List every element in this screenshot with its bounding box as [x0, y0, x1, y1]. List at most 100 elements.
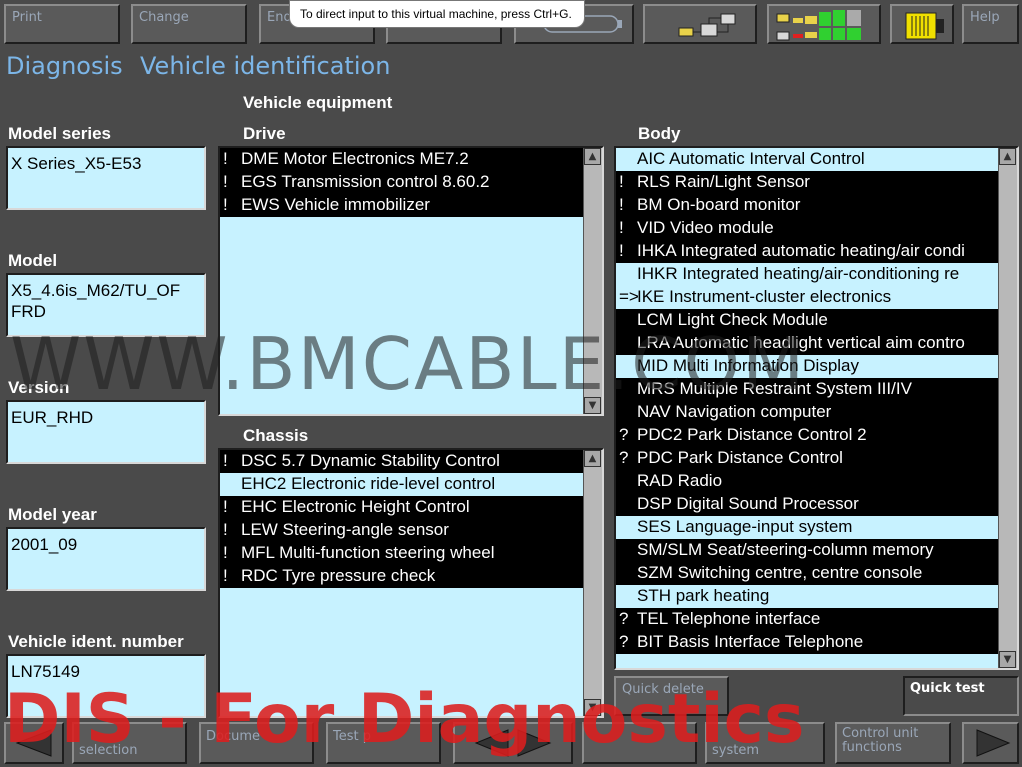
scroll-down-arrow[interactable]: ▼ — [999, 651, 1016, 668]
vin-label: Vehicle ident. number — [8, 632, 184, 651]
list-item-flag — [616, 470, 636, 493]
list-item-label: LEW Steering-angle sensor — [240, 519, 584, 542]
list-item-flag — [616, 585, 636, 608]
scroll-up-arrow[interactable]: ▲ — [584, 450, 601, 467]
signal-status-button[interactable] — [767, 4, 881, 44]
list-item-label: IHKA Integrated automatic heating/air co… — [636, 240, 999, 263]
list-item[interactable]: ! IHKA Integrated automatic heating/air c… — [616, 240, 999, 263]
list-item-flag — [616, 539, 636, 562]
body-scrollbar[interactable]: ▲ ▼ — [998, 148, 1017, 668]
control-unit-functions-button[interactable]: Control unit functions — [835, 722, 951, 764]
list-item[interactable]: ! EHC Electronic Height Control — [220, 496, 584, 519]
list-item-flag: ? — [616, 631, 636, 654]
quick-test-button[interactable]: Quick test — [903, 676, 1019, 716]
list-item[interactable]: ? BIT Basis Interface Telephone — [616, 631, 999, 654]
list-item[interactable]: SM/SLM Seat/steering-column memory — [616, 539, 999, 562]
drive-heading: Drive — [243, 124, 286, 143]
print-button[interactable]: Print — [4, 4, 120, 44]
list-item[interactable]: ! LEW Steering-angle sensor — [220, 519, 584, 542]
list-item[interactable]: IHKR Integrated heating/air-conditioning… — [616, 263, 999, 286]
list-item-label: TEL Telephone interface — [636, 608, 999, 631]
list-item-label: DME Motor Electronics ME7.2 — [240, 148, 584, 171]
quick-test-label: Quick test — [910, 681, 985, 696]
list-item-label: DSP Digital Sound Processor — [636, 493, 999, 516]
list-item[interactable]: STH park heating — [616, 585, 999, 608]
list-item-flag — [616, 148, 636, 171]
list-item[interactable]: ! BM On-board monitor — [616, 194, 999, 217]
list-item-label: EHC2 Electronic ride-level control — [241, 474, 496, 493]
list-item-flag: ! — [616, 194, 636, 217]
list-item-flag: ! — [220, 450, 240, 473]
list-item-flag: ? — [616, 447, 636, 470]
list-item-flag: ! — [220, 565, 240, 588]
list-item[interactable]: => IKE Instrument-cluster electronics — [616, 286, 999, 309]
list-item-flag: ! — [220, 171, 240, 194]
vehicle-equipment-heading: Vehicle equipment — [243, 93, 393, 112]
vehicle-identification-title: Vehicle identification — [140, 52, 391, 80]
list-item[interactable]: SES Language-input system — [616, 516, 999, 539]
network-connection-icon — [678, 13, 736, 37]
list-item-flag: ! — [220, 148, 240, 171]
connector-status-button[interactable] — [890, 4, 954, 44]
end-label: End — [267, 10, 292, 25]
list-item[interactable]: ! MFL Multi-function steering wheel — [220, 542, 584, 565]
arrow-right-icon — [976, 729, 1011, 757]
list-item-label: EWS Vehicle immobilizer — [240, 194, 584, 217]
list-item[interactable]: ? PDC Park Distance Control — [616, 447, 999, 470]
list-item-label: VID Video module — [636, 217, 999, 240]
list-item-flag: ? — [616, 424, 636, 447]
list-item-flag: ! — [220, 194, 240, 217]
print-label: Print — [12, 10, 42, 25]
chassis-list[interactable]: ! DSC 5.7 Dynamic Stability Control EHC2 E… — [218, 448, 604, 718]
model-series-label: Model series — [8, 124, 111, 143]
list-item-label: IKE Instrument-cluster electronics — [637, 287, 892, 306]
list-item-label: MFL Multi-function steering wheel — [240, 542, 584, 565]
change-button[interactable]: Change — [131, 4, 247, 44]
list-item[interactable]: AIC Automatic Interval Control — [616, 148, 999, 171]
list-item-label: EGS Transmission control 8.60.2 — [240, 171, 584, 194]
diagnostic-connector-icon — [905, 12, 944, 40]
dis-watermark: DIS - For Diagnostics — [4, 680, 805, 759]
list-item-flag: ! — [616, 240, 636, 263]
list-item[interactable]: EHC2 Electronic ride-level control — [220, 473, 584, 496]
list-item-label: RDC Tyre pressure check — [240, 565, 584, 588]
help-button[interactable]: Help — [962, 4, 1019, 44]
list-item[interactable]: ! RLS Rain/Light Sensor — [616, 171, 999, 194]
scroll-up-arrow[interactable]: ▲ — [584, 148, 601, 165]
body-list[interactable]: AIC Automatic Interval Control! RLS Rain/… — [614, 146, 1019, 670]
list-item-flag: ! — [220, 542, 240, 565]
list-item-label: BIT Basis Interface Telephone — [636, 631, 999, 654]
scroll-up-arrow[interactable]: ▲ — [999, 148, 1016, 165]
connection-status-button[interactable] — [643, 4, 757, 44]
list-item[interactable]: ! EWS Vehicle immobilizer — [220, 194, 584, 217]
list-item-label: EHC Electronic Height Control — [240, 496, 584, 519]
vm-input-tooltip: To direct input to this virtual machine,… — [289, 0, 585, 28]
list-item-flag: => — [619, 287, 639, 306]
list-item[interactable]: ? PDC2 Park Distance Control 2 — [616, 424, 999, 447]
list-item-label: STH park heating — [637, 586, 770, 605]
list-item[interactable]: ! RDC Tyre pressure check — [220, 565, 584, 588]
list-item-label: IHKR Integrated heating/air-conditioning… — [637, 264, 960, 283]
list-item[interactable]: ! VID Video module — [616, 217, 999, 240]
list-item-label: BM On-board monitor — [636, 194, 999, 217]
list-item[interactable]: ! DME Motor Electronics ME7.2 — [220, 148, 584, 171]
list-item[interactable]: SZM Switching centre, centre console — [616, 562, 999, 585]
list-item[interactable]: DSP Digital Sound Processor — [616, 493, 999, 516]
list-item-label: RLS Rain/Light Sensor — [636, 171, 999, 194]
list-item[interactable]: RAD Radio — [616, 470, 999, 493]
list-item-flag: ! — [220, 519, 240, 542]
list-item[interactable]: ? TEL Telephone interface — [616, 608, 999, 631]
list-item-label: DSC 5.7 Dynamic Stability Control — [240, 450, 584, 473]
list-item-flag — [616, 562, 636, 585]
forward-button[interactable] — [962, 722, 1019, 764]
diagnosis-title: Diagnosis — [6, 52, 123, 80]
list-item[interactable]: ! DSC 5.7 Dynamic Stability Control — [220, 450, 584, 473]
list-item[interactable]: ! EGS Transmission control 8.60.2 — [220, 171, 584, 194]
model-year-field: 2001_09 — [6, 527, 206, 591]
body-heading: Body — [638, 124, 681, 143]
model-year-label: Model year — [8, 505, 97, 524]
control-unit-functions-label: Control unit functions — [842, 726, 919, 755]
list-item-label: SES Language-input system — [637, 517, 853, 536]
list-item-label: RAD Radio — [636, 470, 999, 493]
chassis-scrollbar[interactable]: ▲ ▼ — [583, 450, 602, 716]
